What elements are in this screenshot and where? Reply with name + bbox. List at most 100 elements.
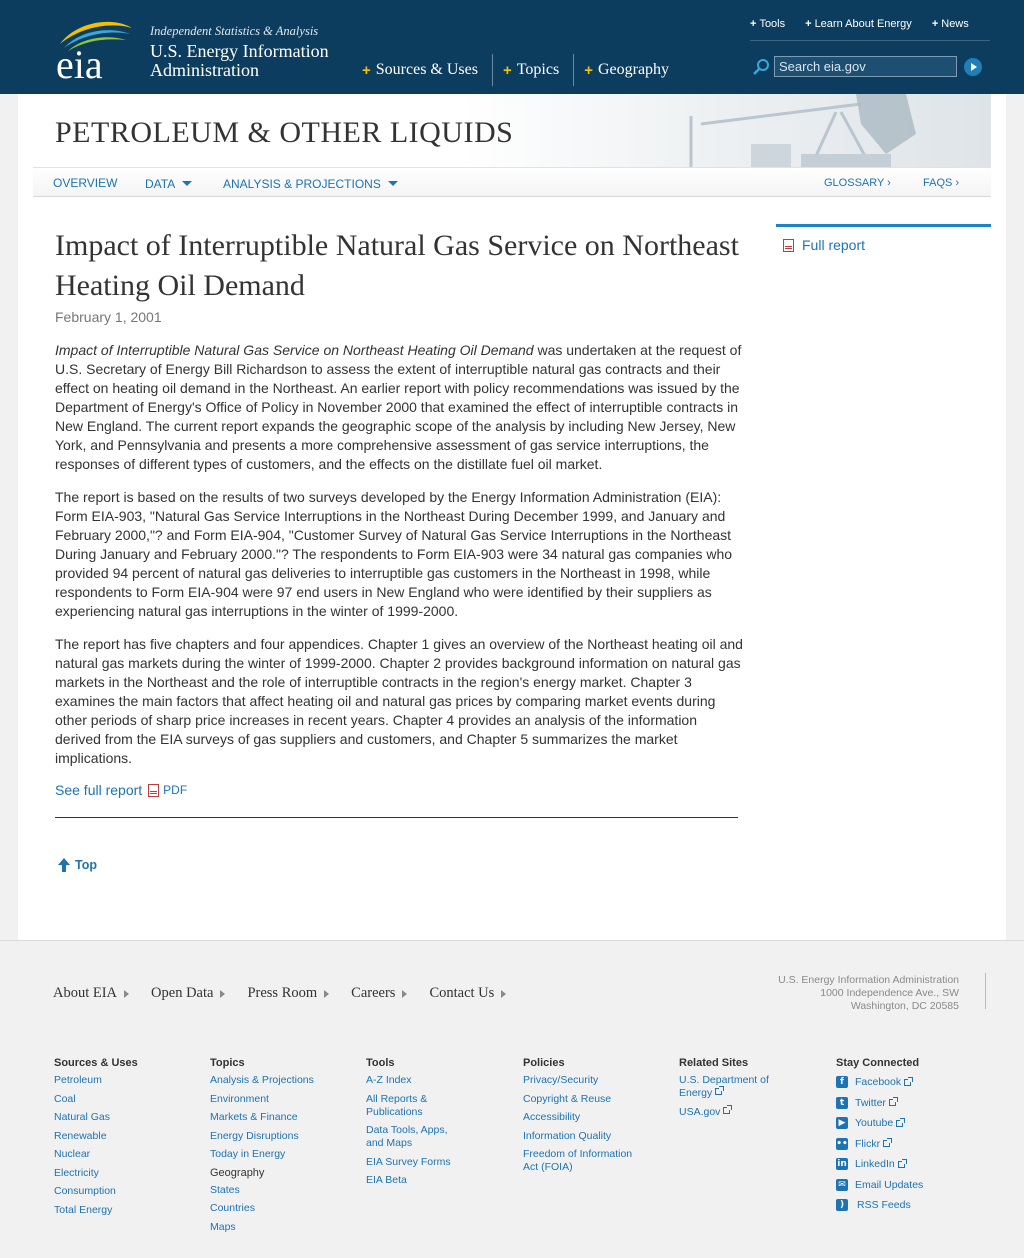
- subnav-analysis[interactable]: ANALYSIS & PROJECTIONS: [223, 177, 398, 191]
- back-to-top-label: Top: [75, 858, 97, 872]
- footer-link[interactable]: Information Quality: [523, 1130, 648, 1143]
- social-linkedin[interactable]: in LinkedIn: [836, 1158, 976, 1170]
- footer-nav-press-room[interactable]: Press Room: [247, 985, 330, 1002]
- footer-col-heading: Tools: [366, 1057, 395, 1069]
- footer-link[interactable]: Total Energy: [54, 1204, 194, 1217]
- search-input[interactable]: [774, 56, 957, 77]
- plus-icon: +: [362, 61, 371, 79]
- footer-link[interactable]: Privacy/Security: [523, 1074, 648, 1087]
- footer-link[interactable]: Markets & Finance: [210, 1111, 350, 1124]
- footer-nav-contact[interactable]: Contact Us: [429, 985, 507, 1002]
- footer-link[interactable]: Countries: [210, 1202, 350, 1215]
- footer-nav-label: Careers: [351, 985, 396, 1001]
- social-flickr[interactable]: •• Flickr: [836, 1137, 976, 1150]
- footer-link-external[interactable]: USA.gov: [679, 1104, 784, 1119]
- footer-link[interactable]: Data Tools, Apps, and Maps: [366, 1124, 466, 1150]
- social-rss[interactable]: ) RSS Feeds: [836, 1199, 976, 1211]
- pdf-icon: [783, 238, 794, 252]
- footer-col-heading: Stay Connected: [836, 1057, 920, 1069]
- social-label: Flickr: [855, 1137, 881, 1150]
- social-label: Twitter: [855, 1096, 886, 1109]
- footer-link[interactable]: Consumption: [54, 1185, 194, 1198]
- subnav-overview[interactable]: OVERVIEW: [53, 176, 117, 190]
- footer-link[interactable]: EIA Beta: [366, 1174, 466, 1187]
- footer-link[interactable]: Electricity: [54, 1167, 194, 1180]
- subnav-data-label: DATA: [145, 177, 176, 191]
- main-nav-label: Topics: [516, 61, 560, 78]
- footer-col-subheading: Geography: [210, 1166, 265, 1179]
- util-nav-label: Tools: [759, 18, 786, 30]
- see-full-report-link[interactable]: See full report: [55, 782, 142, 798]
- footer-col-policies: Policies Privacy/Security Copyright & Re…: [523, 1057, 648, 1180]
- social-email[interactable]: ✉ Email Updates: [836, 1178, 976, 1191]
- site-tagline: Independent Statistics & Analysis: [150, 24, 319, 38]
- footer-nav: About EIA Open Data Press Room Careers C…: [53, 985, 528, 1002]
- sidebar-full-report-label: Full report: [802, 237, 866, 253]
- util-nav-learn[interactable]: + Learn About Energy: [805, 18, 912, 30]
- footer-link[interactable]: Analysis & Projections: [210, 1074, 350, 1087]
- section-banner: PETROLEUM & OTHER LIQUIDS: [33, 94, 991, 167]
- address-line: U.S. Energy Information Administration: [778, 974, 959, 986]
- rss-icon: ): [836, 1199, 848, 1211]
- social-label: Facebook: [855, 1076, 902, 1088]
- facebook-icon: f: [836, 1076, 848, 1088]
- main-nav-topics[interactable]: + Topics: [493, 54, 575, 86]
- util-nav-label: News: [941, 18, 969, 30]
- footer-link[interactable]: States: [210, 1184, 350, 1197]
- social-label: LinkedIn: [855, 1158, 895, 1170]
- footer-link[interactable]: Nuclear: [54, 1148, 194, 1161]
- footer-link[interactable]: Energy Disruptions: [210, 1130, 350, 1143]
- site-org-name[interactable]: U.S. Energy Information Administration: [150, 42, 360, 80]
- footer-link[interactable]: Renewable: [54, 1130, 194, 1143]
- external-link-icon: [888, 1097, 898, 1106]
- social-facebook[interactable]: f Facebook: [836, 1076, 976, 1088]
- back-to-top-link[interactable]: Top: [58, 858, 97, 872]
- footer-link-external[interactable]: U.S. Department of Energy: [679, 1074, 784, 1100]
- full-report-row: See full report PDF: [55, 782, 187, 798]
- footer-link[interactable]: Environment: [210, 1093, 350, 1106]
- footer-link[interactable]: Natural Gas: [54, 1111, 194, 1124]
- util-nav-label: Learn About Energy: [814, 18, 912, 30]
- social-twitter[interactable]: t Twitter: [836, 1096, 976, 1109]
- footer-link[interactable]: Freedom of Information Act (FOIA): [523, 1148, 648, 1174]
- footer-nav-careers[interactable]: Careers: [351, 985, 408, 1002]
- search-go-icon[interactable]: [964, 58, 982, 76]
- chevron-right-icon: [124, 989, 130, 998]
- footer-col-tools: Tools A-Z Index All Reports & Publicatio…: [366, 1057, 466, 1193]
- subnav-glossary[interactable]: GLOSSARY ›: [824, 177, 891, 189]
- footer-col-related: Related Sites U.S. Department of Energy …: [679, 1057, 784, 1124]
- paragraph-text: was undertaken at the request of U.S. Se…: [55, 342, 742, 472]
- external-link-icon: [904, 1076, 914, 1086]
- article-title: Impact of Interruptible Natural Gas Serv…: [55, 229, 739, 302]
- chevron-down-icon: [387, 181, 398, 186]
- footer-nav-open-data[interactable]: Open Data: [151, 985, 226, 1002]
- util-nav-news[interactable]: + News: [932, 18, 969, 30]
- eia-logo[interactable]: eia: [54, 18, 138, 82]
- utility-nav: + Tools + Learn About Energy + News: [750, 18, 990, 41]
- subnav-data[interactable]: DATA: [145, 177, 193, 191]
- external-link-icon: [897, 1158, 907, 1168]
- plus-icon: +: [584, 61, 593, 79]
- section-title: PETROLEUM & OTHER LIQUIDS: [55, 116, 514, 149]
- chevron-right-icon: [324, 989, 330, 998]
- pdf-link[interactable]: PDF: [163, 783, 187, 797]
- article-paragraph: The report is based on the results of tw…: [55, 489, 733, 619]
- footer-link[interactable]: Today in Energy: [210, 1148, 350, 1161]
- footer-link[interactable]: Coal: [54, 1093, 194, 1106]
- footer-nav-about[interactable]: About EIA: [53, 985, 130, 1002]
- chevron-down-icon: [182, 181, 193, 186]
- footer-link[interactable]: Petroleum: [54, 1074, 194, 1087]
- footer-nav-label: Press Room: [247, 985, 318, 1001]
- footer-link[interactable]: Maps: [210, 1221, 350, 1234]
- footer-link[interactable]: A-Z Index: [366, 1074, 466, 1087]
- footer-link[interactable]: All Reports & Publications: [366, 1093, 466, 1119]
- social-youtube[interactable]: ▶ Youtube: [836, 1117, 976, 1129]
- footer-link[interactable]: Accessibility: [523, 1111, 648, 1124]
- sidebar-full-report-link[interactable]: Full report: [783, 237, 865, 253]
- util-nav-tools[interactable]: + Tools: [750, 18, 785, 30]
- footer-link[interactable]: Copyright & Reuse: [523, 1093, 648, 1106]
- main-nav-sources-uses[interactable]: + Sources & Uses: [352, 54, 493, 86]
- subnav-faqs[interactable]: FAQS ›: [923, 177, 959, 189]
- footer-link[interactable]: EIA Survey Forms: [366, 1156, 466, 1169]
- main-nav-geography[interactable]: + Geography: [574, 54, 683, 86]
